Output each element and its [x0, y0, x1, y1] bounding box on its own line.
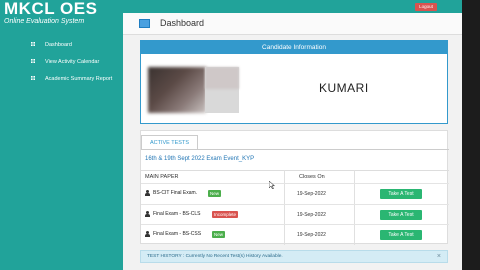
column-divider [284, 170, 285, 245]
sidebar-item-academic-summary[interactable]: Academic Summary Report [0, 70, 123, 87]
closes-on-date: 19-Sep-2022 [297, 232, 326, 238]
top-bar: Logout [123, 0, 462, 13]
column-divider [354, 170, 355, 245]
tab-divider [141, 149, 449, 150]
candidate-photo-blur-top [205, 67, 239, 89]
take-test-button[interactable]: Take A Test [380, 210, 422, 220]
take-test-button[interactable]: Take A Test [380, 230, 422, 240]
tab-active-tests[interactable]: ACTIVE TESTS [141, 135, 198, 150]
brand-title: MKCL OES [4, 0, 98, 18]
row-divider [141, 204, 449, 205]
row-divider [141, 224, 449, 225]
paper-name: Final Exam - BS-CSS [153, 231, 202, 237]
sidebar-nav: Dashboard View Activity Calendar Academi… [0, 36, 123, 87]
page-title: Dashboard [160, 18, 205, 28]
paper-name: Final Exam - BS-CLS [153, 211, 201, 217]
closes-on-date: 19-Sep-2022 [297, 191, 326, 197]
candidate-photo [148, 67, 206, 113]
status-badge: Incomplete [212, 211, 239, 218]
candidate-name: KUMARI [319, 81, 369, 95]
candidate-info-heading: Candidate Information [141, 41, 447, 54]
grid-icon [31, 42, 35, 46]
report-icon [31, 76, 35, 80]
column-header-paper: MAIN PAPER [145, 174, 179, 180]
candidate-info-panel: Candidate Information KUMARI [140, 40, 448, 124]
test-history-text: TEST HISTORY : Currently No Recent Test(… [147, 254, 283, 259]
paper-name: BS-CIT Final Exam. [153, 190, 198, 196]
app-window: MKCL OES Online Evaluation System Dashbo… [0, 0, 462, 270]
user-icon [145, 231, 150, 237]
window-edge [462, 0, 480, 270]
event-title: 16th & 19th Sept 2022 Exam Event_KYP [145, 156, 255, 162]
sidebar-item-activity-calendar[interactable]: View Activity Calendar [0, 53, 123, 70]
user-icon [145, 190, 150, 196]
column-header-closes: Closes On [299, 174, 325, 180]
tests-panel: ACTIVE TESTS 16th & 19th Sept 2022 Exam … [140, 130, 449, 245]
status-badge: New [208, 190, 222, 197]
row-divider [141, 183, 449, 184]
user-icon [145, 211, 150, 217]
test-history-label: TEST HISTORY : [147, 254, 185, 259]
sidebar-item-label: Dashboard [45, 41, 72, 48]
logout-button[interactable]: Logout [415, 3, 437, 11]
close-icon[interactable]: × [437, 253, 441, 260]
test-history-alert: TEST HISTORY : Currently No Recent Test(… [140, 250, 448, 263]
sidebar: MKCL OES Online Evaluation System Dashbo… [0, 0, 123, 270]
brand: MKCL OES Online Evaluation System [4, 0, 97, 25]
brand-subtitle: Online Evaluation System [4, 18, 85, 25]
closes-on-date: 19-Sep-2022 [297, 212, 326, 218]
mouse-cursor-icon [269, 181, 275, 189]
table-header-divider [141, 170, 449, 171]
take-test-button[interactable]: Take A Test [380, 189, 422, 199]
calendar-icon [31, 59, 35, 63]
sidebar-item-label: View Activity Calendar [45, 58, 100, 65]
test-history-message: Currently No Recent Test(s) History Avai… [185, 254, 283, 259]
monitor-icon [139, 19, 150, 28]
page-header: Dashboard [123, 13, 462, 35]
sidebar-item-dashboard[interactable]: Dashboard [0, 36, 123, 53]
status-badge: New [212, 231, 226, 238]
sidebar-item-label: Academic Summary Report [45, 75, 113, 82]
